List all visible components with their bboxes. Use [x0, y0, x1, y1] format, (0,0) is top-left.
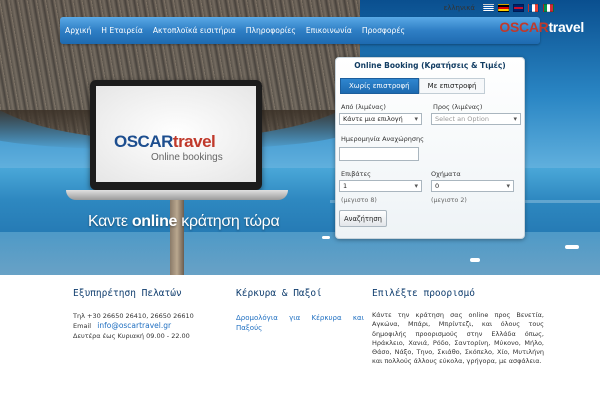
booking-panel: Online Booking (Κρατήσεις & Τιμές) Χωρίς…: [335, 57, 525, 239]
customer-service-heading: Εξυπηρέτηση Πελατών: [73, 288, 182, 299]
destinations-heading: Επιλέξτε προορισμό: [372, 288, 475, 299]
header-logo[interactable]: OSCARtravel: [499, 19, 584, 35]
to-port-select[interactable]: Select an Option: [431, 113, 521, 125]
vehicles-select[interactable]: 0: [431, 180, 514, 192]
search-button[interactable]: Αναζήτηση: [339, 210, 387, 227]
trip-type-tabs: Χωρίς επιστροφή Με επιστροφή: [340, 78, 486, 94]
vehicles-label: Οχήματα: [431, 170, 461, 178]
passengers-select[interactable]: 1: [339, 180, 422, 192]
boat-icon: [565, 245, 579, 249]
laptop-base: [66, 190, 288, 200]
flag-de-icon[interactable]: [498, 4, 509, 12]
brand-travel: travel: [548, 19, 584, 35]
phone-text: Τηλ +30 26650 26410, 26650 26610: [73, 312, 194, 320]
corfu-heading: Κέρκυρα & Παξοί: [236, 288, 322, 299]
main-nav: Αρχική Η Εταιρεία Ακτοπλοϊκά εισιτήρια Π…: [60, 17, 540, 44]
tab-return[interactable]: Με επιστροφή: [418, 78, 486, 94]
departure-date-input[interactable]: [339, 147, 419, 161]
boat-icon: [322, 236, 330, 239]
logo-oscar: OSCAR: [114, 132, 173, 151]
corfu-routes-link[interactable]: Δρομολόγια για Κέρκυρα και Παξούς: [236, 313, 364, 333]
nav-item-info[interactable]: Πληροφορίες: [241, 26, 301, 35]
language-bar: ελληνικά: [443, 4, 554, 12]
hero-tagline: Καντε online κράτηση τώρα: [88, 213, 280, 231]
from-label: Από (λιμένας): [341, 103, 386, 111]
tagline-bold: online: [131, 213, 178, 230]
flag-gr-icon[interactable]: [483, 4, 494, 12]
to-label: Προς (λιμένας): [433, 103, 483, 111]
flag-it-icon[interactable]: [543, 4, 554, 12]
nav-item-ferry-tickets[interactable]: Ακτοπλοϊκά εισιτήρια: [148, 26, 241, 35]
nav-item-contact[interactable]: Επικοινωνία: [301, 26, 357, 35]
email-link[interactable]: info@oscartravel.gr: [97, 321, 171, 330]
laptop-subtitle: Online bookings: [151, 152, 223, 163]
from-port-select[interactable]: Κάντε μια επιλογή: [339, 113, 422, 125]
laptop-screen: OSCARtravel Online bookings: [96, 86, 256, 182]
corfu-section: Κέρκυρα & Παξοί Δρομολόγια για Κέρκυρα κ…: [236, 288, 364, 333]
nav-item-home[interactable]: Αρχική: [60, 26, 96, 35]
tab-one-way[interactable]: Χωρίς επιστροφή: [340, 78, 419, 94]
passengers-label: Επιβάτες: [341, 170, 371, 178]
email-label: Email: [73, 322, 92, 330]
boat-icon: [470, 258, 480, 262]
vehicles-hint: (μεγιστο 2): [431, 197, 467, 204]
opening-hours: Δευτέρα έως Κυριακή 09.00 - 22.00: [73, 332, 190, 340]
brand-oscar: OSCAR: [499, 19, 549, 35]
tagline-post: κράτηση τώρα: [177, 213, 280, 230]
date-label: Ημερομηνία Αναχώρησης: [341, 135, 424, 143]
destinations-section: Επιλέξτε προορισμό Κάντε την κράτηση σας…: [372, 288, 544, 367]
tagline-pre: Καντε: [88, 213, 132, 230]
language-label[interactable]: ελληνικά: [443, 4, 475, 12]
passengers-hint: (μεγιστο 8): [341, 197, 377, 204]
email-row: Email info@oscartravel.gr: [73, 321, 213, 331]
destinations-text: Κάντε την κράτηση σας online προς Βενετί…: [372, 311, 544, 366]
booking-title: Online Booking (Κρατήσεις & Τιμές): [354, 61, 506, 70]
logo-travel: travel: [172, 132, 216, 151]
customer-service-section: Εξυπηρέτηση Πελατών Τηλ +30 26650 26410,…: [73, 288, 213, 341]
laptop-image: OSCARtravel Online bookings: [90, 80, 262, 190]
laptop-logo: OSCARtravel: [114, 132, 216, 152]
flag-fr-icon[interactable]: [528, 4, 539, 12]
nav-item-offers[interactable]: Προσφορές: [357, 26, 410, 35]
nav-item-company[interactable]: Η Εταιρεία: [96, 26, 148, 35]
flag-gb-icon[interactable]: [513, 4, 524, 12]
